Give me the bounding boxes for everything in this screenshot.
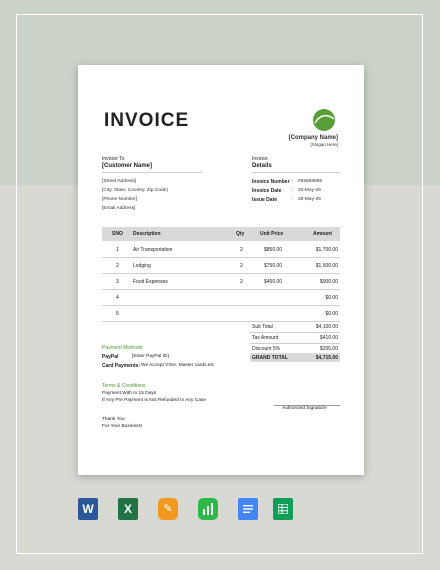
terms-label: Terms & Conditions [102,383,146,389]
invoice-to-label: Invoice To [102,156,125,162]
invoice-date-label: Invoice Date [252,188,282,194]
column-header-qty: Qty [236,231,245,237]
row-description: Lodging [133,263,151,269]
street-address: [Street Address] [102,179,137,184]
row-divider [102,289,340,290]
row-description: Food Expenses [133,279,168,285]
details-label: Details [252,163,272,169]
invoice-title: INVOICE [104,110,190,131]
row-amount: $0.00 [325,311,338,317]
email-address: [Email Address] [102,206,136,211]
thanks-line: For Your Business! [102,424,143,429]
issue-date-label: Issue Date [252,197,278,203]
row-divider [102,257,340,258]
excel-icon-letter: X [123,502,132,516]
subtotal-label: Sub Total [252,324,273,330]
row-description: Air Transportation [133,247,173,253]
invoice-date-value: 20-May-25 [298,188,321,193]
column-header-description: Description [133,231,161,237]
card-payments-value: We Accept VISA, Master cards.etc [141,363,215,368]
invoice-number-label: Invoice Number [252,179,290,185]
divider [250,343,340,344]
paypal-id: [Enter PayPal ID] [132,354,169,359]
authorized-signature-label: Authorized Signature [282,406,327,411]
word-icon[interactable]: W [78,498,98,520]
numbers-bars-icon [203,503,213,515]
city-state-zip: [City, State, Country, Zip Code] [102,188,168,193]
row-amount: $1,500.00 [315,263,338,269]
details-separator: : [292,188,294,193]
details-separator: : [292,197,294,202]
invoice-number-value: #55668899 [298,179,323,184]
tax-amount-value: $410.00 [319,335,338,341]
google-docs-icon[interactable] [238,498,258,520]
issue-date-value: 26-May-25 [298,197,321,202]
payment-methods-label: Payment Methods: [102,345,144,351]
row-qty: 2 [240,247,243,253]
company-logo-icon [313,109,335,131]
invoice-details-small-label: Invoice [252,156,268,162]
google-sheets-icon[interactable] [273,498,293,520]
terms-line: Payment With In 15 Days [102,391,157,396]
excel-icon[interactable]: X [118,498,138,520]
divider [102,172,202,173]
row-amount: $900.00 [319,279,338,285]
subtotal-value: $4,100.00 [315,324,338,330]
docs-lines-icon [243,505,253,513]
row-unit-price: $850.00 [264,247,283,253]
divider [250,332,340,333]
word-icon-letter: W [82,502,94,516]
pages-icon-glyph: ✎ [163,503,173,515]
details-separator: : [292,179,294,184]
row-sno: 1 [116,247,119,253]
row-divider [102,273,340,274]
row-qty: 2 [240,263,243,269]
sheets-grid-icon [278,504,288,514]
row-sno: 2 [116,263,119,269]
row-unit-price: $750.00 [264,263,283,269]
column-header-unit-price: Unit Price [260,231,284,237]
card-payments-label: Card Payments: [102,363,141,369]
row-sno: 5 [116,311,119,317]
discount-label: Discount 5% [252,346,281,352]
row-divider [102,305,340,306]
row-amount: $1,700.00 [315,247,338,253]
column-header-amount: Amount [313,231,332,237]
customer-name: [Customer Name] [102,163,153,169]
row-divider [102,321,340,322]
paypal-label: PayPal [102,354,119,360]
row-qty: 2 [240,279,243,285]
terms-line: If Any Pre Payment is Not Refunded In An… [102,398,206,403]
row-unit-price: $450.00 [264,279,283,285]
pages-icon[interactable]: ✎ [158,498,178,520]
divider [252,172,340,173]
invoice-document: INVOICE [Company Name] [Slogan Here] Inv… [78,65,364,475]
company-name: [Company Name] [288,135,338,141]
row-sno: 4 [116,295,119,301]
discount-value: $205.00 [319,346,338,352]
grand-total-value: $4,715.00 [315,355,338,361]
thanks-line: Thank You [102,417,125,422]
phone-number: [Phone Number] [102,197,137,202]
row-amount: $0.00 [325,295,338,301]
tax-amount-label: Tax Amount [252,335,279,341]
numbers-icon[interactable] [198,498,218,520]
column-header-sno: SNO [112,231,123,237]
row-sno: 3 [116,279,119,285]
grand-total-label: GRAND TOTAL [252,355,288,361]
company-slogan: [Slogan Here] [310,142,338,147]
